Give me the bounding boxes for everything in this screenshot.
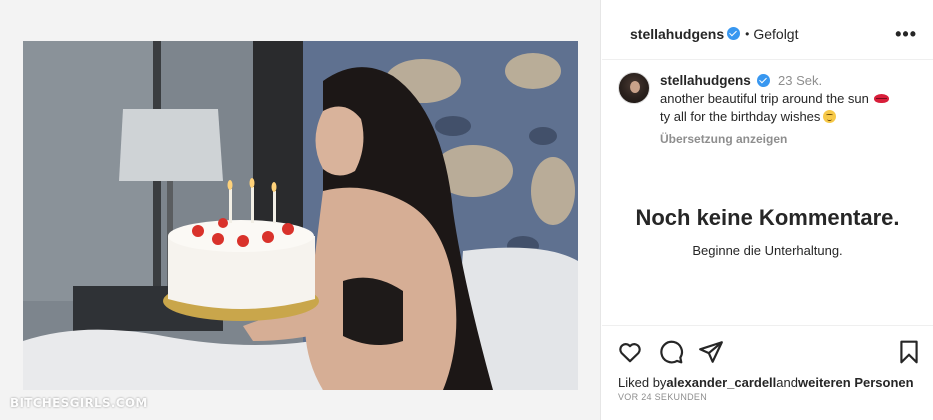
action-bar — [602, 325, 933, 375]
bookmark-icon[interactable] — [896, 339, 922, 365]
empty-title: Noch keine Kommentare. — [635, 205, 900, 230]
caption-username[interactable]: stellahudgens — [660, 73, 751, 88]
post-header: stellahudgens • Gefolgt ••• — [602, 8, 933, 60]
likes-user[interactable]: alexander_cardell — [666, 375, 776, 390]
caption-body: stellahudgens 23 Sek. another beautiful … — [660, 72, 889, 148]
empty-subtitle: Beginne die Unterhaltung. — [692, 243, 843, 258]
header-username[interactable]: stellahudgens — [630, 26, 724, 42]
post-timestamp[interactable]: VOR 24 SEKUNDEN — [618, 392, 707, 402]
comment-icon[interactable] — [658, 339, 684, 365]
likes-and: and — [776, 375, 798, 390]
more-icon[interactable]: ••• — [895, 24, 917, 45]
post-sidebar: stellahudgens • Gefolgt ••• stellahudgen… — [602, 0, 933, 420]
likes-others[interactable]: weiteren Personen — [798, 375, 914, 390]
caption-line-2: ty all for the birthday wishes — [660, 109, 821, 124]
post-photo[interactable] — [23, 41, 578, 390]
avatar[interactable] — [618, 72, 650, 104]
likes-prefix: Liked by — [618, 375, 667, 390]
verified-icon — [727, 27, 741, 40]
smiling-face-emoji-icon — [823, 110, 837, 123]
heart-icon[interactable] — [617, 339, 643, 365]
watermark: BITCHESGIRLS.COM — [10, 396, 148, 410]
caption: stellahudgens 23 Sek. another beautiful … — [618, 72, 928, 148]
caption-line-1: another beautiful trip around the sun — [660, 91, 869, 106]
likes-text: Liked byalexander_cardellandweiteren Per… — [618, 375, 914, 390]
separator-dot: • — [745, 26, 750, 41]
lips-emoji-icon — [873, 94, 889, 103]
share-icon[interactable] — [698, 339, 724, 365]
media-pane: BITCHESGIRLS.COM — [0, 0, 601, 420]
follow-button[interactable]: Gefolgt — [753, 26, 798, 42]
verified-icon — [757, 74, 771, 87]
translate-link[interactable]: Übersetzung anzeigen — [660, 130, 889, 148]
comments-empty-state: Noch keine Kommentare. Beginne die Unter… — [602, 205, 933, 258]
caption-time: 23 Sek. — [778, 73, 823, 88]
photo-illustration — [23, 41, 578, 390]
